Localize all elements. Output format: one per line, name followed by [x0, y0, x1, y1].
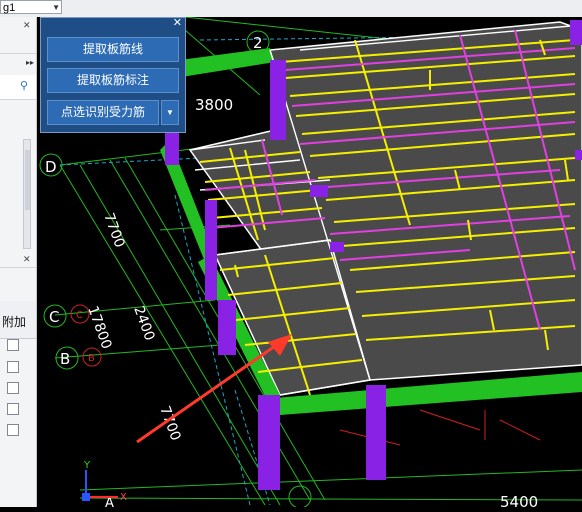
- axis-label-2: 2: [253, 34, 263, 52]
- checkbox[interactable]: [7, 382, 19, 394]
- axis-sublabel-b: B: [88, 353, 95, 364]
- panel-divider: ✕: [0, 254, 36, 268]
- pick-identify-rebar-button[interactable]: 点选识别受力筋: [47, 100, 159, 125]
- dimension-bottom-right: 5400: [500, 493, 538, 507]
- checkbox[interactable]: [7, 424, 19, 436]
- dimension-3800: 3800: [195, 96, 233, 114]
- axis-label-d: D: [45, 158, 57, 176]
- search-icon[interactable]: ⚲: [20, 79, 28, 92]
- checkbox[interactable]: [7, 361, 19, 373]
- extract-rebar-lines-button[interactable]: 提取板筋线: [47, 37, 179, 62]
- svg-text:X: X: [120, 492, 127, 503]
- panel-titlebar[interactable]: ✕: [41, 16, 185, 30]
- axis-sublabel-c: C: [76, 310, 83, 321]
- extract-rebar-labels-button[interactable]: 提取板筋标注: [47, 68, 179, 93]
- property-column-header: 附加: [0, 301, 36, 339]
- svg-text:Y: Y: [83, 460, 91, 471]
- floor-selector[interactable]: g1 ▼: [0, 0, 62, 14]
- scrollbar-thumb[interactable]: [25, 150, 30, 210]
- close-icon[interactable]: ✕: [173, 16, 182, 29]
- panel-body: 提取板筋线 提取板筋标注 点选识别受力筋 ▼: [41, 30, 185, 132]
- close-icon[interactable]: ✕: [23, 254, 31, 265]
- close-icon[interactable]: ✕: [23, 20, 31, 31]
- floor-selector-value: g1: [3, 2, 16, 14]
- scrollbar[interactable]: [23, 139, 31, 249]
- left-panel: ✕ ▸▸ ⚲ ✕ 附加: [0, 17, 37, 507]
- axis-label-c: C: [49, 308, 59, 326]
- chevron-down-icon[interactable]: ▼: [161, 100, 179, 125]
- top-toolbar: g1 ▼: [0, 0, 582, 18]
- axis-label-b: B: [60, 350, 70, 368]
- checkbox[interactable]: [7, 339, 19, 351]
- chevron-down-icon[interactable]: ▼: [52, 1, 60, 15]
- panel-row: ▸▸: [0, 53, 36, 76]
- rebar-tool-panel: ✕ 提取板筋线 提取板筋标注 点选识别受力筋 ▼: [40, 17, 186, 133]
- panel-search-row: ⚲: [0, 75, 36, 100]
- panel-row: [0, 31, 36, 54]
- column-header-label: 附加: [2, 315, 27, 329]
- checkbox[interactable]: [7, 403, 19, 415]
- expand-icon[interactable]: ▸▸: [26, 58, 34, 67]
